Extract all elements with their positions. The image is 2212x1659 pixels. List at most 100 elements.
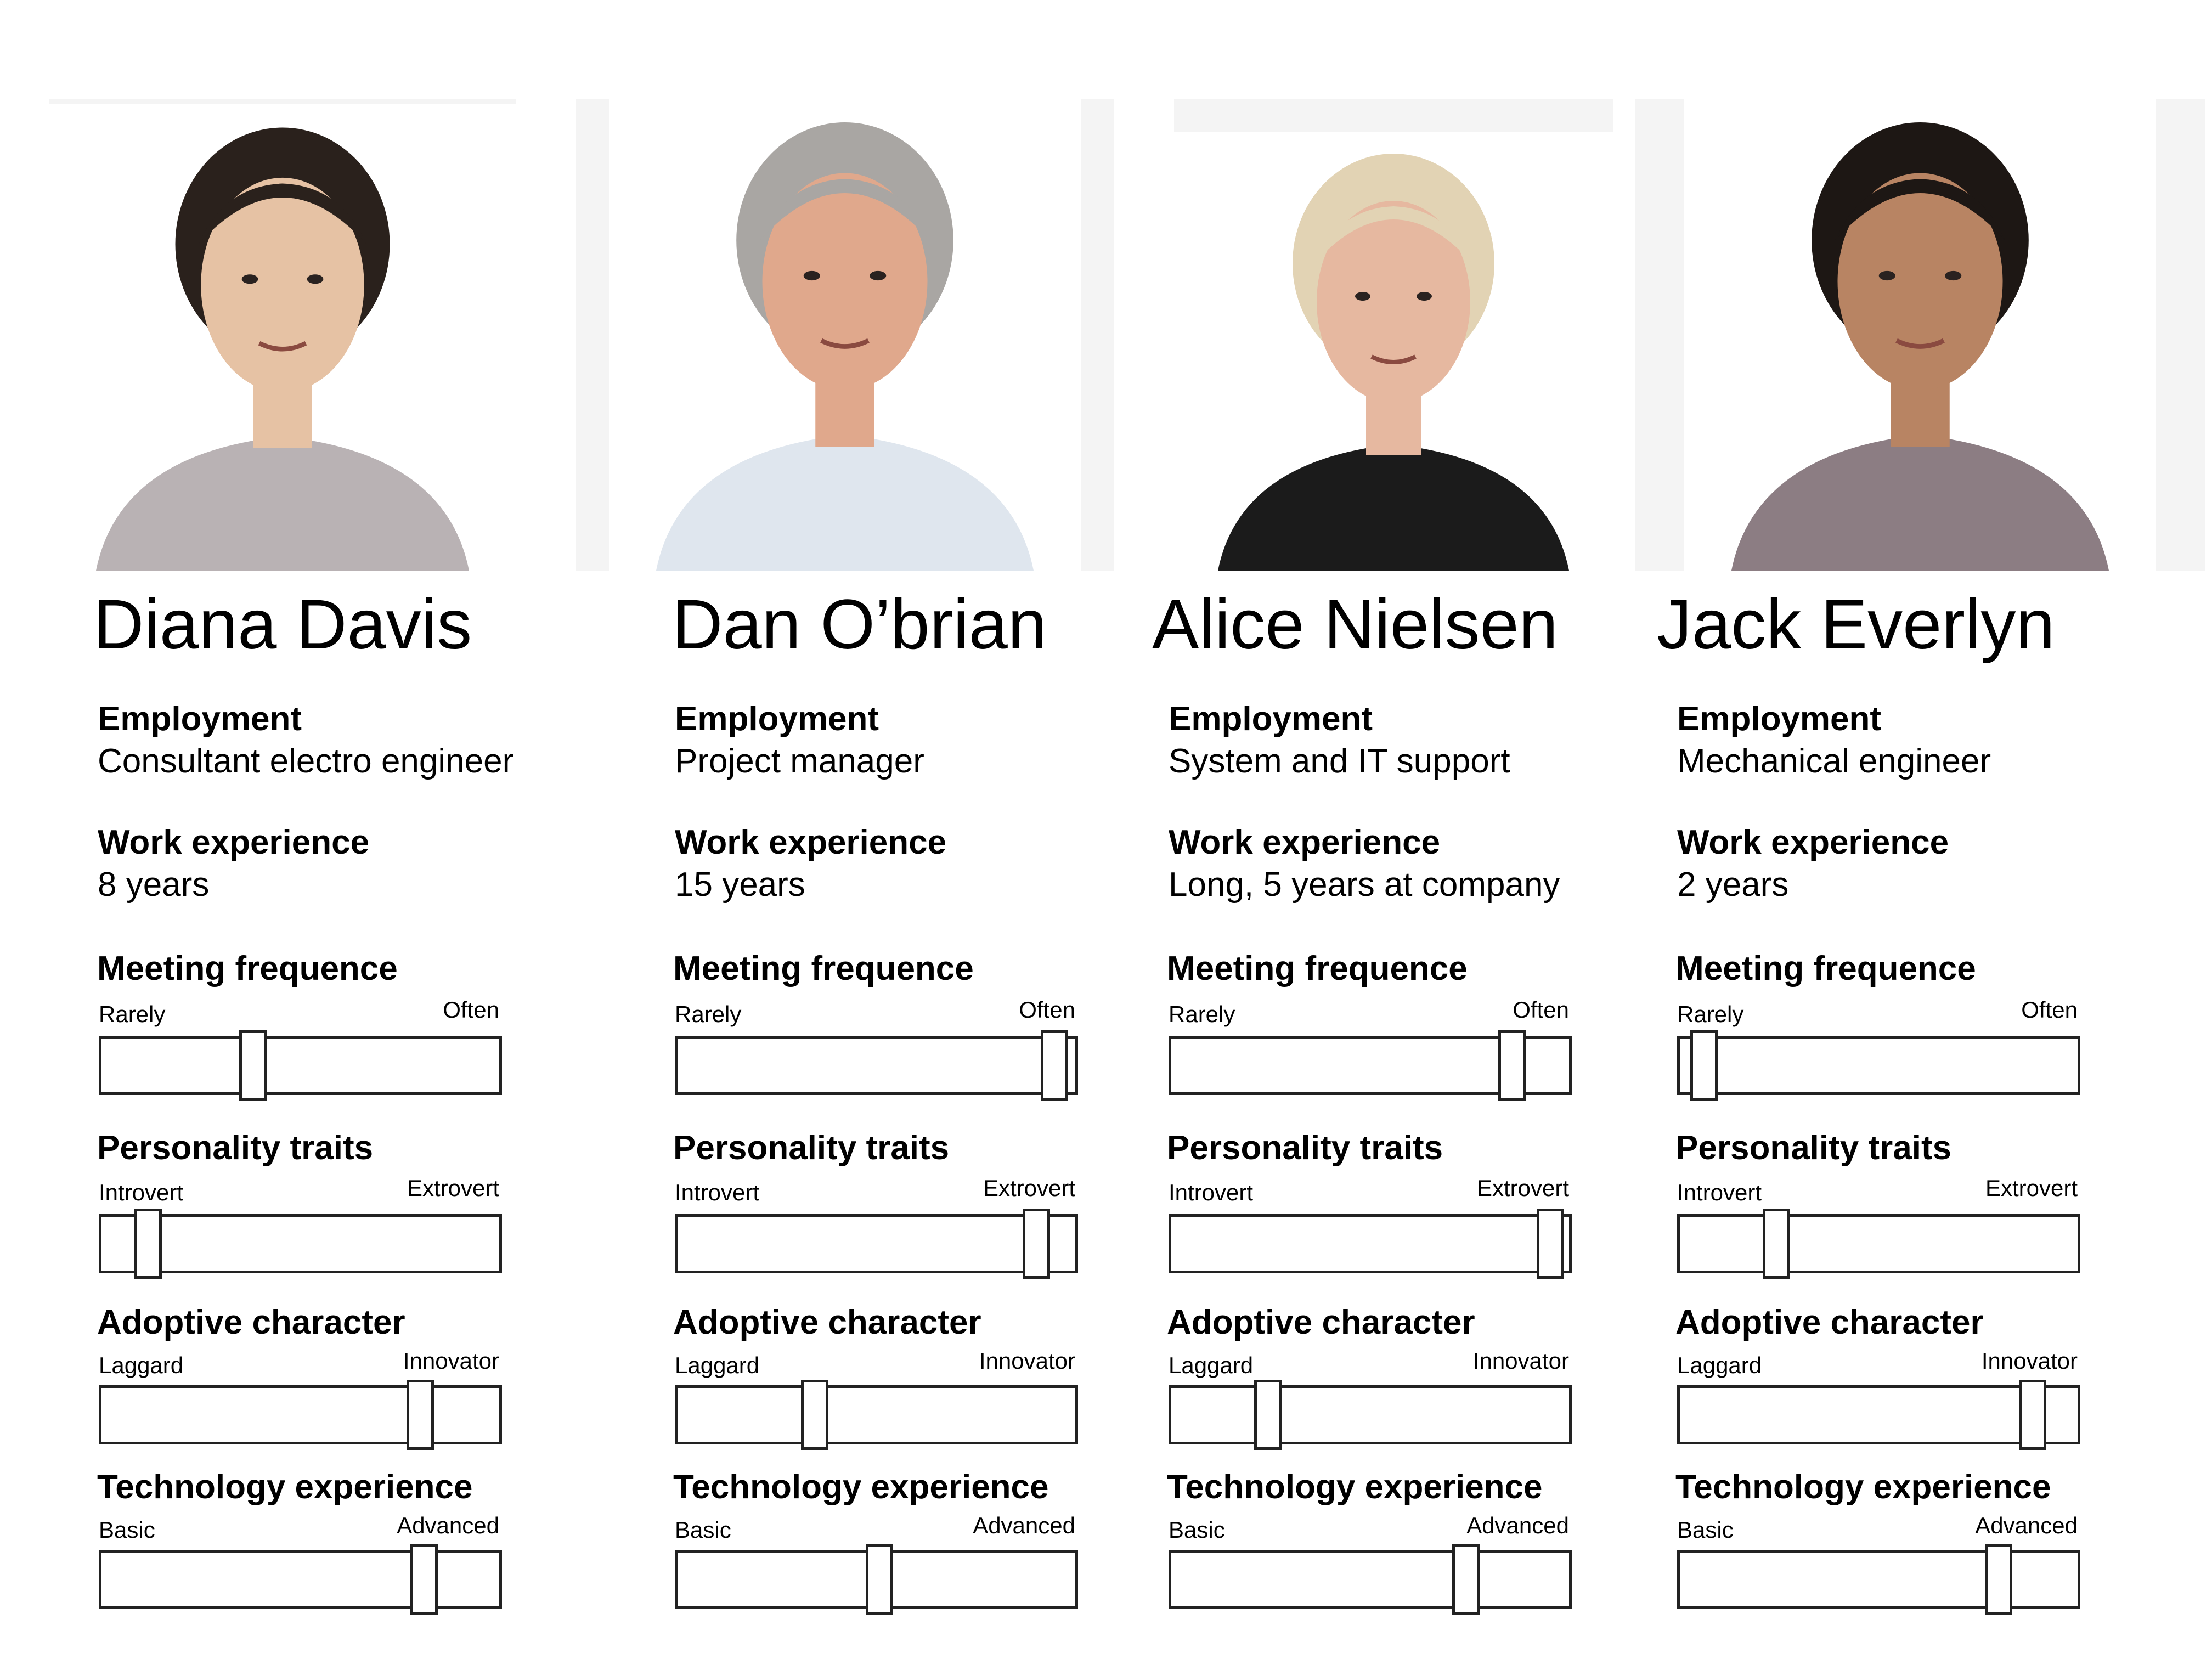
work-experience-value: 8 years — [98, 866, 210, 904]
employment-label: Employment — [1677, 700, 1882, 738]
personality-traits-high-label: Extrovert — [1476, 1175, 1569, 1201]
right-eye-shape — [870, 270, 887, 281]
work-experience-label: Work experience — [98, 823, 370, 861]
employment-label: Employment — [1169, 700, 1373, 738]
persona-photo — [49, 99, 516, 571]
persona-card-alice-nielsen: Alice Nielsen Employment System and IT s… — [1152, 0, 1646, 1659]
personality-traits-label: Personality traits — [97, 1129, 374, 1167]
technology-experience-slider[interactable] — [1677, 1544, 2080, 1615]
personality-traits-slider[interactable] — [675, 1209, 1078, 1279]
technology-experience-slider[interactable] — [99, 1544, 502, 1615]
adoptive-character-low-label: Laggard — [675, 1352, 760, 1378]
work-experience-label: Work experience — [1677, 823, 1949, 861]
personality-traits-slider-thumb[interactable] — [1763, 1209, 1790, 1279]
technology-experience-slider[interactable] — [1169, 1544, 1572, 1615]
persona-photo — [1174, 99, 1613, 571]
employment-value: Mechanical engineer — [1677, 742, 1991, 780]
adoptive-character-slider[interactable] — [99, 1380, 502, 1450]
technology-experience-label: Technology experience — [673, 1468, 1049, 1506]
adoptive-character-label: Adoptive character — [97, 1304, 405, 1341]
technology-experience-slider-thumb[interactable] — [866, 1544, 893, 1615]
work-experience-value: Long, 5 years at company — [1169, 866, 1560, 904]
meeting-frequence-high-label: Often — [1019, 997, 1075, 1023]
meeting-frequence-label: Meeting frequence — [97, 950, 398, 988]
adoptive-character-high-label: Innovator — [1472, 1348, 1569, 1374]
meeting-frequence-low-label: Rarely — [675, 1001, 742, 1027]
meeting-frequence-slider-thumb[interactable] — [1498, 1030, 1526, 1101]
portrait-illustration — [1174, 132, 1613, 571]
personality-traits-slider[interactable] — [1169, 1209, 1572, 1279]
personality-traits-slider-thumb[interactable] — [1023, 1209, 1050, 1279]
technology-experience-slider[interactable] — [675, 1544, 1078, 1615]
personality-traits-label: Personality traits — [1167, 1129, 1443, 1167]
meeting-frequence-slider[interactable] — [1677, 1030, 2080, 1101]
adoptive-character-slider-thumb[interactable] — [2019, 1380, 2046, 1450]
work-experience-label: Work experience — [675, 823, 947, 861]
work-experience-label: Work experience — [1169, 823, 1441, 861]
persona-photo — [1635, 99, 2205, 571]
personality-traits-low-label: Introvert — [1677, 1180, 1762, 1205]
meeting-frequence-label: Meeting frequence — [1167, 950, 1468, 988]
adoptive-character-low-label: Laggard — [1169, 1352, 1254, 1378]
personality-traits-slider-thumb[interactable] — [1537, 1209, 1564, 1279]
persona-name: Diana Davis — [93, 585, 472, 664]
personality-traits-slider[interactable] — [99, 1209, 502, 1279]
personality-traits-slider[interactable] — [1677, 1209, 2080, 1279]
adoptive-character-slider-thumb[interactable] — [407, 1380, 434, 1450]
personality-traits-slider-thumb[interactable] — [134, 1209, 162, 1279]
persona-name: Alice Nielsen — [1152, 585, 1558, 664]
right-eye-shape — [1417, 292, 1432, 301]
technology-experience-high-label: Advanced — [1975, 1513, 2078, 1538]
work-experience-value: 2 years — [1677, 866, 1789, 904]
technology-experience-label: Technology experience — [1675, 1468, 2051, 1506]
meeting-frequence-low-label: Rarely — [1677, 1001, 1744, 1027]
employment-label: Employment — [98, 700, 302, 738]
adoptive-character-slider[interactable] — [1169, 1380, 1572, 1450]
meeting-frequence-slider[interactable] — [675, 1030, 1078, 1101]
meeting-frequence-high-label: Often — [2021, 997, 2078, 1023]
adoptive-character-slider-thumb[interactable] — [1254, 1380, 1282, 1450]
personality-traits-low-label: Introvert — [1169, 1180, 1254, 1205]
employment-value: Project manager — [675, 742, 924, 780]
left-eye-shape — [803, 270, 820, 281]
technology-experience-high-label: Advanced — [397, 1513, 499, 1538]
adoptive-character-slider-thumb[interactable] — [801, 1380, 828, 1450]
meeting-frequence-label: Meeting frequence — [1675, 950, 1976, 988]
meeting-frequence-high-label: Often — [1513, 997, 1569, 1023]
technology-experience-high-label: Advanced — [1466, 1513, 1569, 1538]
portrait-illustration — [609, 99, 1081, 571]
technology-experience-slider-thumb[interactable] — [1452, 1544, 1480, 1615]
technology-experience-low-label: Basic — [1677, 1517, 1734, 1543]
meeting-frequence-label: Meeting frequence — [673, 950, 974, 988]
adoptive-character-high-label: Innovator — [403, 1348, 499, 1374]
adoptive-character-high-label: Innovator — [979, 1348, 1075, 1374]
personality-traits-low-label: Introvert — [675, 1180, 760, 1205]
technology-experience-slider-thumb[interactable] — [410, 1544, 438, 1615]
persona-name: Dan O’brian — [672, 585, 1047, 664]
personality-traits-label: Personality traits — [673, 1129, 950, 1167]
adoptive-character-low-label: Laggard — [99, 1352, 184, 1378]
right-eye-shape — [307, 274, 324, 284]
technology-experience-label: Technology experience — [1167, 1468, 1543, 1506]
meeting-frequence-slider-thumb[interactable] — [1041, 1030, 1068, 1101]
adoptive-character-label: Adoptive character — [673, 1304, 981, 1341]
meeting-frequence-slider[interactable] — [99, 1030, 502, 1101]
technology-experience-slider-thumb[interactable] — [1985, 1544, 2012, 1615]
technology-experience-low-label: Basic — [1169, 1517, 1225, 1543]
technology-experience-low-label: Basic — [675, 1517, 731, 1543]
personality-traits-high-label: Extrovert — [983, 1175, 1075, 1201]
employment-label: Employment — [675, 700, 879, 738]
meeting-frequence-slider-thumb[interactable] — [239, 1030, 267, 1101]
technology-experience-high-label: Advanced — [973, 1513, 1075, 1538]
adoptive-character-slider[interactable] — [675, 1380, 1078, 1450]
portrait-illustration — [49, 104, 516, 571]
meeting-frequence-low-label: Rarely — [99, 1001, 166, 1027]
personality-traits-high-label: Extrovert — [1985, 1175, 2078, 1201]
persona-name: Jack Everlyn — [1657, 585, 2055, 664]
meeting-frequence-slider[interactable] — [1169, 1030, 1572, 1101]
adoptive-character-label: Adoptive character — [1167, 1304, 1475, 1341]
adoptive-character-slider[interactable] — [1677, 1380, 2080, 1450]
personality-traits-label: Personality traits — [1675, 1129, 1952, 1167]
meeting-frequence-slider-thumb[interactable] — [1690, 1030, 1718, 1101]
left-eye-shape — [241, 274, 258, 284]
